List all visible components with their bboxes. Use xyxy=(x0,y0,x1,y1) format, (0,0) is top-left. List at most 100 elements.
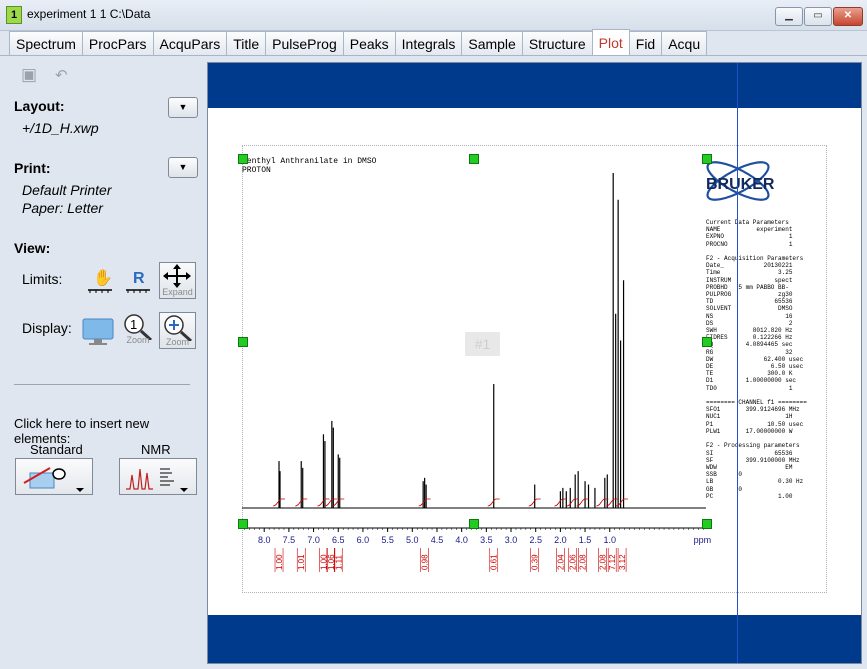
maximize-icon: ▭ xyxy=(813,10,823,21)
zoom-in-button[interactable]: Zoom xyxy=(159,312,196,349)
zoom-1-label: Zoom xyxy=(126,335,150,345)
tab-procpars[interactable]: ProcPars xyxy=(81,31,154,55)
tab-integrals[interactable]: Integrals xyxy=(394,31,463,55)
window-badge: 1 xyxy=(6,6,22,24)
standard-shapes-icon xyxy=(23,467,84,492)
integral-value: 1.01 xyxy=(297,554,306,570)
close-icon: ✕ xyxy=(843,10,853,21)
reset-limits-icon: R xyxy=(126,270,150,293)
ppm-tick-label: 7.5 xyxy=(283,535,296,545)
integral-value: 2.04 xyxy=(556,554,565,570)
nmr-elements-button[interactable] xyxy=(119,458,197,495)
tab-spectrum[interactable]: Spectrum xyxy=(9,31,83,55)
tab-sample[interactable]: Sample xyxy=(461,31,523,55)
ppm-unit-label: ppm xyxy=(694,535,712,545)
maximize-button[interactable]: ▭ xyxy=(804,7,832,26)
layout-label: Layout: xyxy=(14,98,65,114)
nmr-spectrum-icon xyxy=(126,468,188,492)
left-panel: ▣ ↶ Layout: ▼ +/1D_H.xwp Print: ▼ Defaul… xyxy=(4,56,205,664)
monitor-icon xyxy=(82,318,114,345)
integral-value: 0.39 xyxy=(531,554,540,570)
nmr-label: NMR xyxy=(141,442,171,457)
close-button[interactable]: ✕ xyxy=(833,7,863,26)
integral-value: 0.61 xyxy=(490,554,499,570)
title-bar: 1 experiment 1 1 C:\Data ▁ ▭ ✕ xyxy=(0,0,867,31)
resize-handle-top-left[interactable] xyxy=(238,154,248,164)
tab-acqupars[interactable]: AcquPars xyxy=(152,31,228,55)
ppm-tick-label: 3.0 xyxy=(505,535,518,545)
resize-handle-right[interactable] xyxy=(702,337,712,347)
integral-curve xyxy=(566,498,579,507)
expand-button[interactable]: Expand xyxy=(159,262,196,299)
resize-handle-bottom-left[interactable] xyxy=(238,519,248,529)
divider xyxy=(14,384,190,385)
resize-handle-bottom-right[interactable] xyxy=(702,519,712,529)
view-label: View: xyxy=(14,240,51,256)
nmr-spectrum: 8.0 7.5 7.0 6.5 6.0 5.5 5.0 4.5 4.0 3.5 3.0 2.5 2.0 1… xyxy=(242,173,712,572)
paper-size: Paper: Letter xyxy=(22,200,103,216)
resize-handle-bottom[interactable] xyxy=(469,519,479,529)
standard-label: Standard xyxy=(30,442,83,457)
tab-title[interactable]: Title xyxy=(226,31,267,55)
ppm-tick-label: 2.5 xyxy=(529,535,542,545)
resize-handle-top-right[interactable] xyxy=(702,154,712,164)
svg-text:1: 1 xyxy=(130,317,137,332)
integral-value: 2.08 xyxy=(598,554,607,570)
printer-name: Default Printer xyxy=(22,182,112,198)
undo-icon[interactable]: ↶ xyxy=(55,66,68,84)
print-dropdown-button[interactable]: ▼ xyxy=(168,157,198,178)
zoom-2-label: Zoom xyxy=(165,337,189,347)
resize-handle-top[interactable] xyxy=(469,154,479,164)
tab-plot[interactable]: Plot xyxy=(591,29,630,55)
save-icon[interactable]: ▣ xyxy=(21,65,37,85)
ppm-tick-label: 7.0 xyxy=(307,535,320,545)
chevron-down-icon: ▼ xyxy=(178,162,188,172)
display-monitor-button[interactable] xyxy=(81,314,115,348)
resize-handle-left[interactable] xyxy=(238,337,248,347)
layout-value: +/1D_H.xwp xyxy=(22,120,99,136)
hand-limits-button[interactable]: ✋ xyxy=(84,264,118,298)
tab-acqu[interactable]: Acqu xyxy=(661,31,708,55)
ppm-tick-label: 6.0 xyxy=(357,535,370,545)
ppm-tick-label: 1.0 xyxy=(603,535,616,545)
integral-value: 1.11 xyxy=(334,554,343,570)
ppm-tick-label: 1.5 xyxy=(579,535,592,545)
integral-value: 2.06 xyxy=(569,554,578,570)
expand-arrows-icon xyxy=(163,264,191,288)
ppm-tick-label: 5.0 xyxy=(406,535,419,545)
tab-pulseprog[interactable]: PulseProg xyxy=(265,31,344,55)
svg-text:✋: ✋ xyxy=(93,268,113,287)
display-label: Display: xyxy=(22,320,72,336)
integral-value: 2.08 xyxy=(579,554,588,570)
tab-bar: Spectrum ProcPars AcquPars Title PulseProg Pe… xyxy=(9,29,708,55)
minimize-icon: ▁ xyxy=(785,10,793,21)
ppm-tick-label: 8.0 xyxy=(258,535,271,545)
plot-layout-canvas[interactable]: Menthyl Anthranilate in DMSO PROTON #1 B… xyxy=(207,62,862,664)
integral-value: 3.12 xyxy=(618,554,627,570)
tab-peaks[interactable]: Peaks xyxy=(342,31,396,55)
expand-label: Expand xyxy=(162,287,193,297)
ppm-tick-label: 3.5 xyxy=(480,535,493,545)
print-label: Print: xyxy=(14,160,51,176)
ppm-tick-label: 6.5 xyxy=(332,535,345,545)
integral-curve xyxy=(606,498,619,507)
ppm-tick-label: 4.5 xyxy=(431,535,444,545)
integral-curve xyxy=(596,498,609,507)
chevron-down-icon: ▼ xyxy=(178,102,188,112)
integral-value: 0.98 xyxy=(421,554,430,570)
reset-limits-button[interactable]: R xyxy=(122,264,156,298)
zoom-1-button[interactable]: 1 Zoom xyxy=(121,312,155,346)
hand-icon: ✋ xyxy=(88,268,113,293)
ppm-tick-label: 4.0 xyxy=(455,535,468,545)
window-title: experiment 1 1 C:\Data xyxy=(27,7,151,21)
layout-dropdown-button[interactable]: ▼ xyxy=(168,97,198,118)
limits-r: R xyxy=(133,270,145,287)
standard-elements-button[interactable] xyxy=(15,458,93,495)
tab-structure[interactable]: Structure xyxy=(521,31,593,55)
vertical-cursor-line[interactable] xyxy=(737,63,738,663)
limits-label: Limits: xyxy=(22,271,63,287)
ppm-tick-label: 5.5 xyxy=(381,535,394,545)
tab-fid[interactable]: Fid xyxy=(628,31,663,55)
integral-value: 1.00 xyxy=(275,554,284,570)
minimize-button[interactable]: ▁ xyxy=(775,7,803,26)
